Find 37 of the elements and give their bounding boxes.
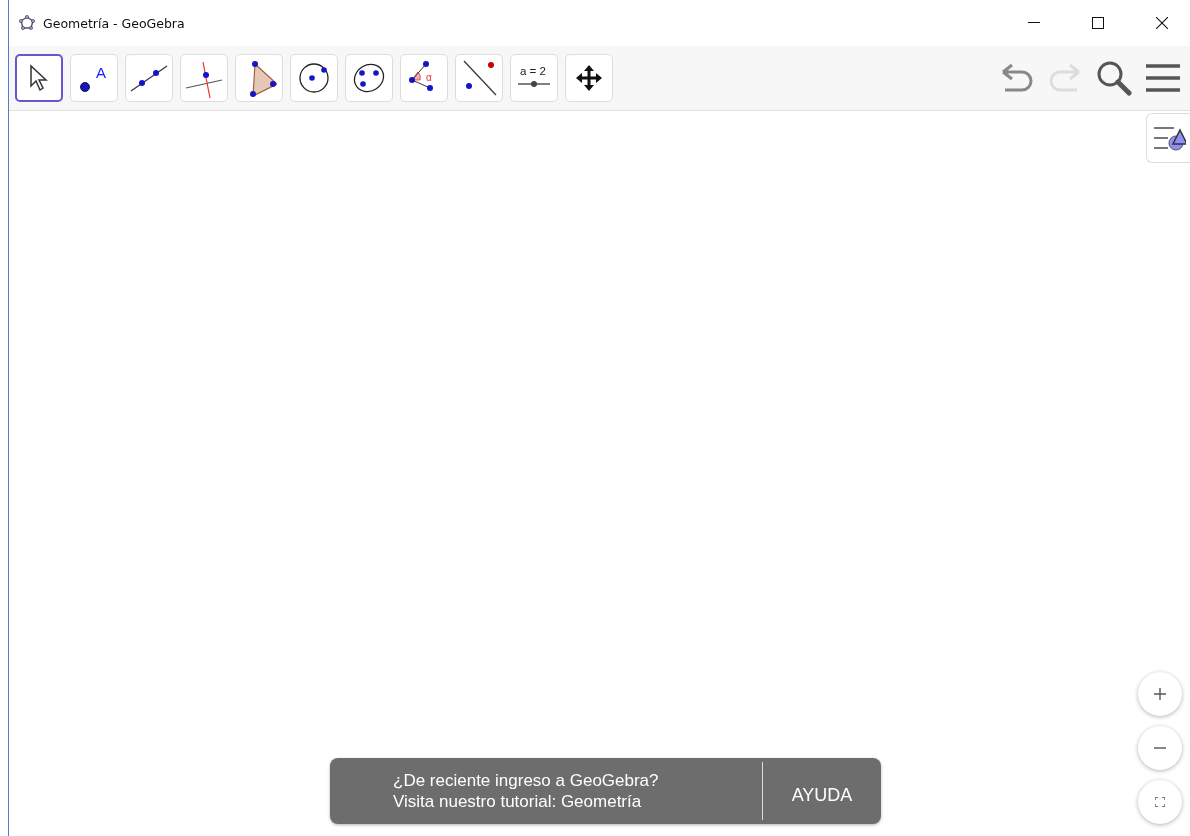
line-through-points-icon xyxy=(129,63,169,93)
slider-icon xyxy=(517,81,551,87)
undo-button[interactable] xyxy=(1000,63,1034,93)
app-logo-icon xyxy=(19,15,35,31)
circle-with-center-icon xyxy=(297,61,331,95)
arrow-cursor-icon xyxy=(28,64,50,92)
maximize-icon xyxy=(1092,17,1104,29)
redo-icon xyxy=(1048,63,1082,93)
point-icon xyxy=(80,82,90,92)
fullscreen-icon xyxy=(1155,797,1165,807)
tool-button[interactable]: A xyxy=(70,54,118,102)
zoom-in-button[interactable] xyxy=(1138,672,1182,716)
tool-label: α xyxy=(426,72,432,83)
angle-icon xyxy=(409,61,433,91)
move-arrows-icon xyxy=(574,63,604,93)
tool-button[interactable]: α xyxy=(400,54,448,102)
menu-icon xyxy=(1146,63,1180,93)
minimize-icon xyxy=(1028,22,1040,24)
algebra-shapes-icon xyxy=(1151,124,1186,152)
minus-icon xyxy=(1154,747,1166,749)
close-icon xyxy=(1156,17,1168,29)
undo-icon xyxy=(1000,63,1034,93)
tool-button[interactable] xyxy=(15,54,63,102)
menu-button[interactable] xyxy=(1146,63,1180,93)
drawing-canvas[interactable]: ¿De reciente ingreso a GeoGebra? Visita nuestro tutorial: Geometría AYUDA xyxy=(9,111,1190,836)
tool-label: a = 2 xyxy=(520,65,546,77)
tool-label: A xyxy=(96,64,106,81)
ellipse-icon xyxy=(352,61,386,95)
help-button[interactable]: AYUDA xyxy=(763,775,881,807)
search-button[interactable] xyxy=(1096,60,1132,96)
plus-icon xyxy=(1154,688,1166,700)
tool-button[interactable]: a = 2 xyxy=(510,54,558,102)
toast-message: ¿De reciente ingreso a GeoGebra? xyxy=(393,770,660,791)
toast-message: Visita nuestro tutorial: Geometría xyxy=(393,791,643,812)
algebra-view-tab[interactable] xyxy=(1146,113,1190,163)
window-title: Geometría - GeoGebra xyxy=(43,15,186,31)
search-icon xyxy=(1096,60,1132,96)
